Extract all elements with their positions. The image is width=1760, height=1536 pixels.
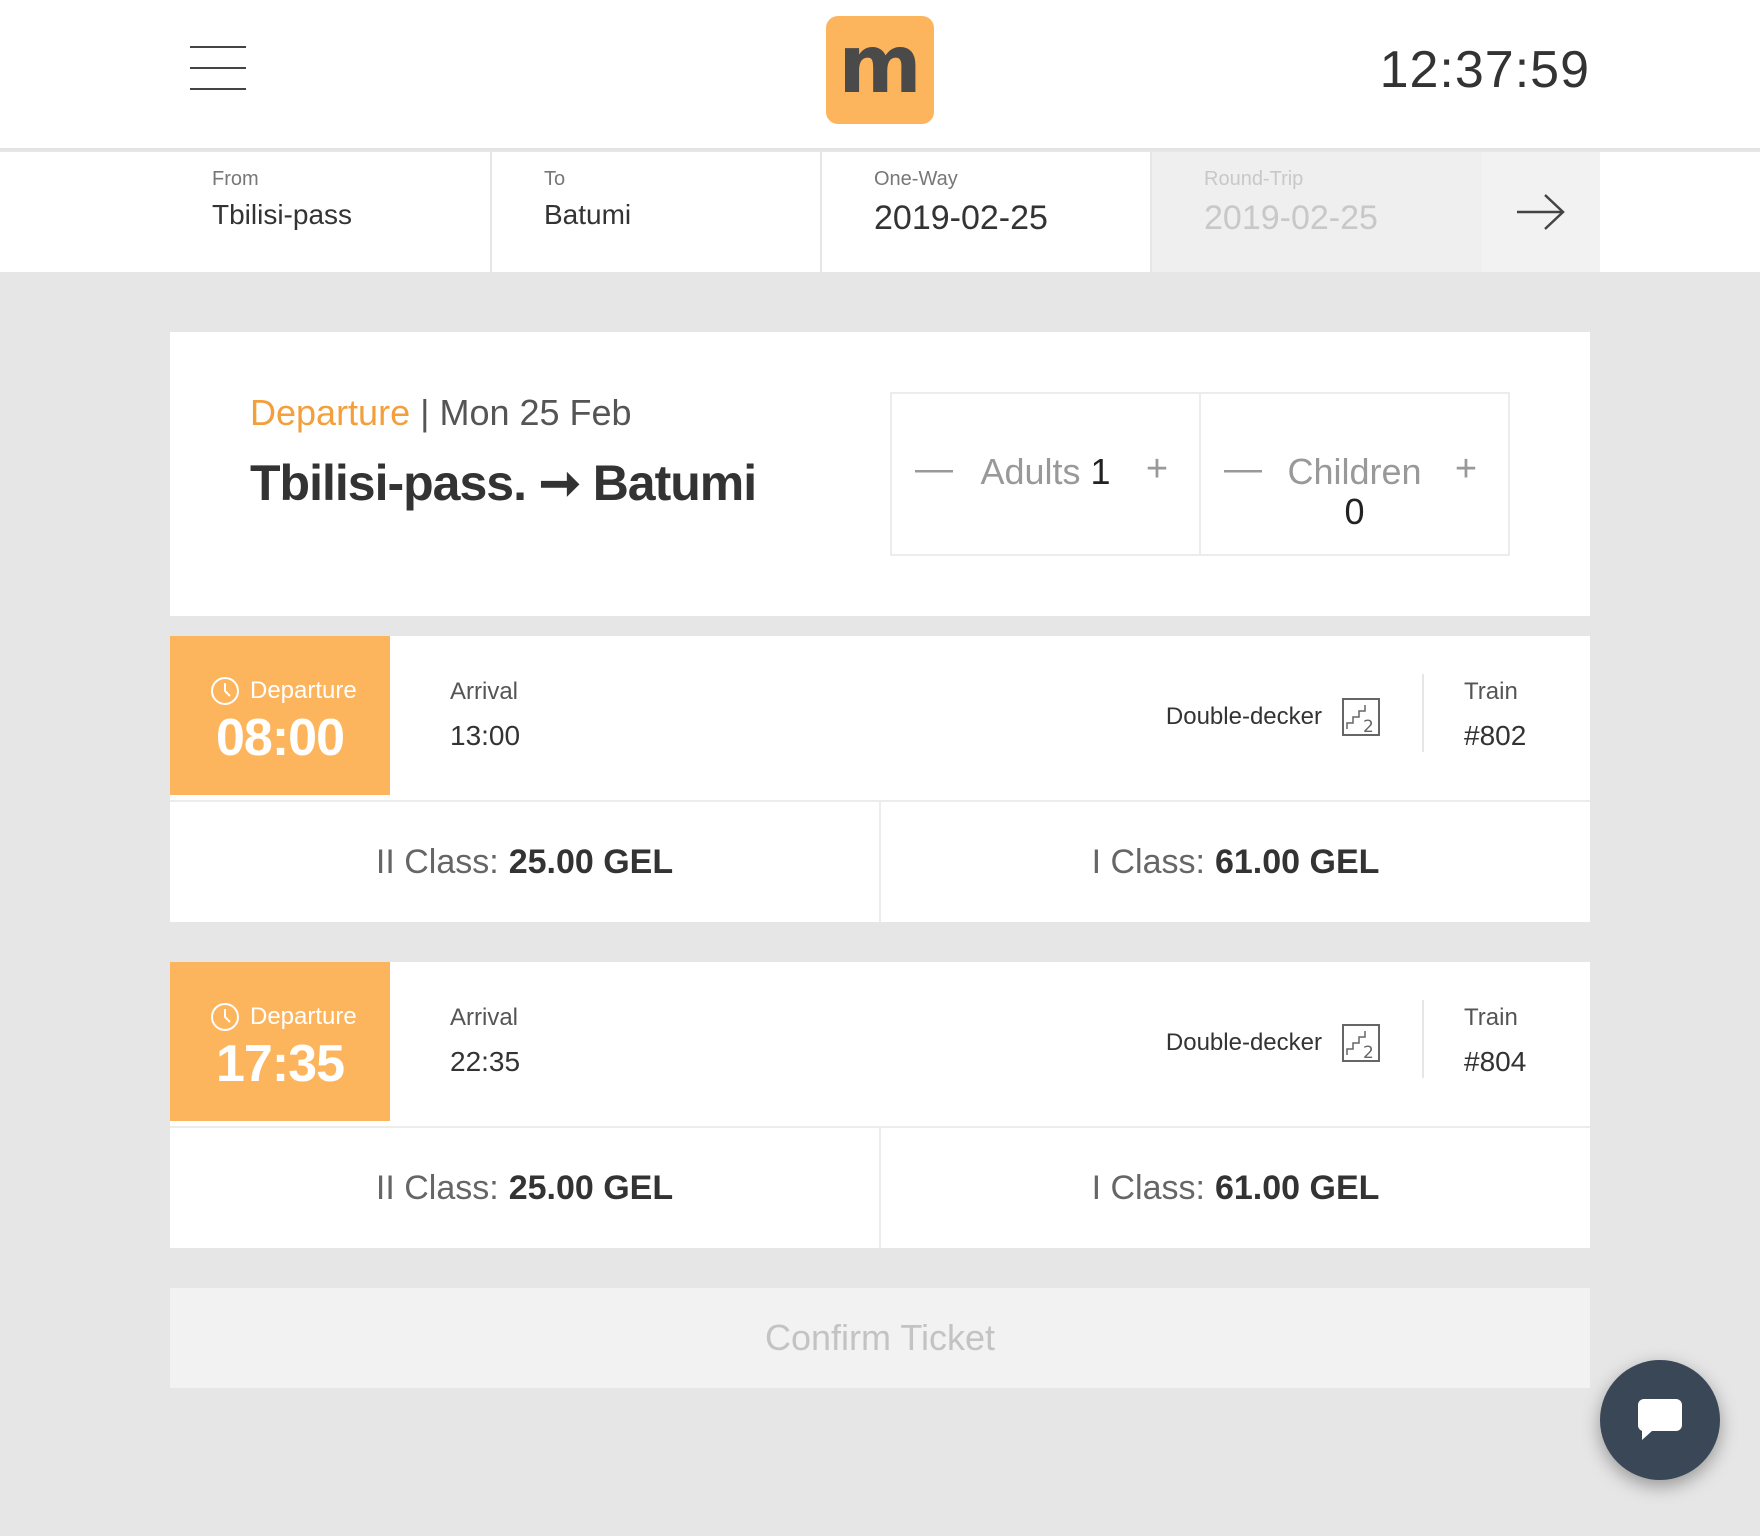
passenger-counters: — Adults 1 + — Children 0 + (890, 392, 1510, 556)
arrival-time: 13:00 (450, 720, 521, 751)
train-number-info: Train #802 (1464, 678, 1526, 752)
clock-time: 12:37:59 (1379, 41, 1590, 99)
children-label: Children (1287, 451, 1422, 492)
app-header: m 12:37:59 (0, 0, 1760, 150)
arrival-label: Arrival (450, 1004, 519, 1031)
departure-date-line: Departure | Mon 25 Feb (250, 392, 632, 434)
arrival-label: Arrival (450, 678, 519, 705)
adults-label: Adults (980, 451, 1081, 492)
class-price: 61.00 GEL (1214, 1168, 1380, 1207)
first-class-price-button[interactable]: I Class: 61.00 GEL (879, 1128, 1590, 1248)
route-title: Tbilisi-pass. ➞ Batumi (250, 454, 757, 512)
train-number-info: Train #804 (1464, 1004, 1526, 1078)
children-value: 0 (1344, 491, 1365, 532)
svg-text:2: 2 (1363, 1043, 1374, 1062)
class-price: 25.00 GEL (508, 1168, 674, 1207)
children-text: Children 0 (1261, 452, 1448, 532)
round-trip-date-field[interactable]: Round-Trip 2019-02-25 (1152, 152, 1482, 272)
svg-text:2: 2 (1363, 717, 1374, 736)
from-value[interactable]: Tbilisi-pass (212, 199, 490, 231)
one-way-date[interactable]: 2019-02-25 (874, 199, 1150, 238)
class-label: I Class: (1091, 842, 1205, 881)
double-decker-icon: 2 (1342, 698, 1380, 736)
train-card: Departure 17:35 Arrival 22:35 Double-dec… (170, 962, 1590, 1248)
train-number: #802 (1464, 720, 1527, 751)
arrival-info: Arrival 22:35 (450, 1004, 520, 1078)
departure-time: 08:00 (216, 709, 345, 767)
class-price: 61.00 GEL (1214, 842, 1380, 881)
train-label: Train (1464, 1004, 1518, 1031)
route-destination: Batumi (592, 455, 757, 511)
class-price: 25.00 GEL (508, 842, 674, 881)
from-label: From (212, 168, 259, 190)
adults-counter: — Adults 1 + (892, 394, 1199, 554)
departure-label-row: Departure (210, 1002, 357, 1032)
train-label: Train (1464, 678, 1518, 705)
departure-label-row: Departure (210, 676, 357, 706)
departure-box: Departure 08:00 (170, 636, 390, 795)
divider (1422, 674, 1424, 752)
one-way-label: One-Way (874, 168, 958, 190)
train-type: Double-decker 2 (1166, 1024, 1380, 1062)
arrow-right-icon (1517, 194, 1565, 230)
class-prices: II Class: 25.00 GEL I Class: 61.00 GEL (170, 1126, 1590, 1248)
to-label: To (544, 168, 566, 190)
logo[interactable]: m (826, 16, 934, 124)
round-trip-date[interactable]: 2019-02-25 (1204, 199, 1482, 238)
train-card: Departure 08:00 Arrival 13:00 Double-dec… (170, 636, 1590, 922)
search-submit-button[interactable] (1482, 152, 1600, 272)
second-class-price-button[interactable]: II Class: 25.00 GEL (170, 1128, 879, 1248)
departure-label: Departure (250, 677, 357, 704)
adults-increment-button[interactable]: + (1137, 448, 1177, 490)
train-type-label: Double-decker (1165, 703, 1322, 730)
to-field[interactable]: To Batumi (492, 152, 822, 272)
children-decrement-button[interactable]: — (1223, 448, 1263, 490)
train-type: Double-decker 2 (1166, 698, 1380, 736)
round-trip-label: Round-Trip (1204, 168, 1304, 190)
double-decker-icon: 2 (1342, 1024, 1380, 1062)
clock-icon (211, 677, 239, 705)
to-value[interactable]: Batumi (544, 199, 820, 231)
departure-label: Departure (250, 1003, 357, 1030)
children-counter: — Children 0 + (1199, 394, 1508, 554)
one-way-date-field[interactable]: One-Way 2019-02-25 (822, 152, 1152, 272)
class-prices: II Class: 25.00 GEL I Class: 61.00 GEL (170, 800, 1590, 922)
from-field[interactable]: From Tbilisi-pass (0, 152, 492, 272)
route-arrow-icon: ➞ (538, 455, 581, 511)
arrival-time: 22:35 (450, 1046, 521, 1077)
route-summary-card: Departure | Mon 25 Feb Tbilisi-pass. ➞ B… (170, 332, 1590, 616)
train-number: #804 (1464, 1046, 1527, 1077)
train-type-label: Double-decker (1165, 1029, 1322, 1056)
route-origin: Tbilisi-pass. (250, 455, 527, 511)
chat-icon (1637, 1399, 1682, 1440)
adults-decrement-button[interactable]: — (914, 448, 954, 490)
confirm-ticket-button[interactable]: Confirm Ticket (170, 1288, 1590, 1388)
children-increment-button[interactable]: + (1446, 448, 1486, 490)
class-label: II Class: (375, 842, 499, 881)
departure-label: Departure (250, 392, 411, 433)
search-bar: From Tbilisi-pass To Batumi One-Way 2019… (0, 152, 1760, 272)
adults-text: Adults 1 (952, 452, 1139, 492)
divider (1422, 1000, 1424, 1078)
second-class-price-button[interactable]: II Class: 25.00 GEL (170, 802, 879, 922)
adults-value: 1 (1090, 451, 1111, 492)
chat-button[interactable] (1600, 1360, 1720, 1480)
separator: | (410, 392, 440, 433)
class-label: I Class: (1091, 1168, 1205, 1207)
departure-box: Departure 17:35 (170, 962, 390, 1121)
first-class-price-button[interactable]: I Class: 61.00 GEL (879, 802, 1590, 922)
hamburger-menu-icon[interactable] (190, 46, 246, 90)
departure-date: Mon 25 Feb (439, 392, 632, 433)
class-label: II Class: (375, 1168, 499, 1207)
arrival-info: Arrival 13:00 (450, 678, 520, 752)
departure-time: 17:35 (216, 1035, 345, 1093)
clock-icon (211, 1003, 239, 1031)
